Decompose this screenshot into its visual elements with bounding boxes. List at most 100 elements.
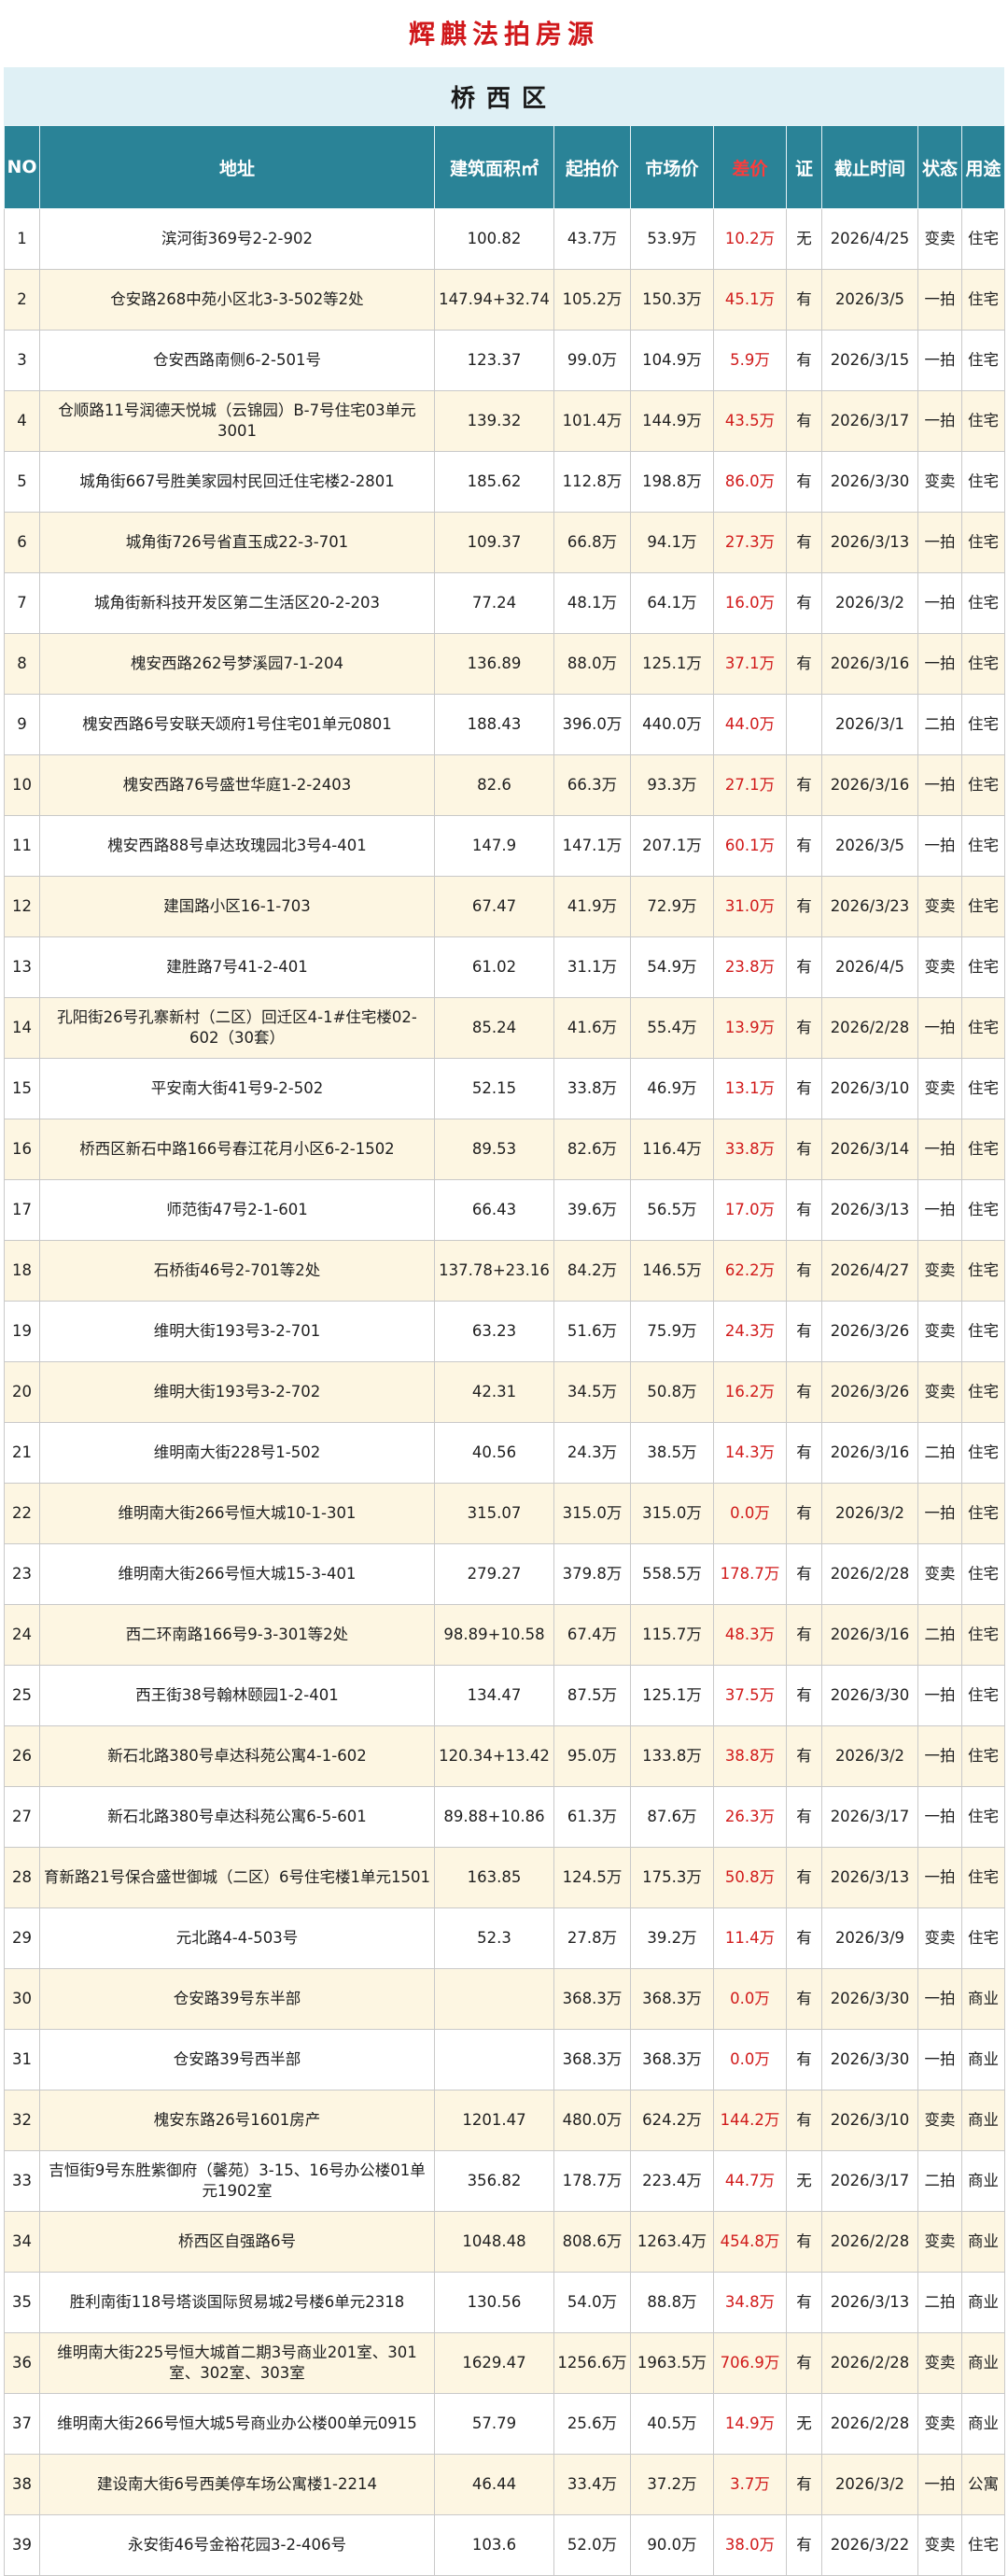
cell-address: 滨河街369号2-2-902: [39, 208, 435, 270]
cell-start-price: 33.8万: [553, 1058, 631, 1119]
cell-address: 槐安西路76号盛世华庭1-2-2403: [39, 754, 435, 816]
table-row: 6 城角街726号省直玉成22-3-701 109.37 66.8万 94.1万 27.3…: [4, 512, 1005, 573]
cell-address: 仓安路268中苑小区北3-3-502等2处: [39, 269, 435, 331]
cell-usage: 住宅: [961, 269, 1005, 331]
cell-area: 61.02: [434, 936, 554, 998]
cell-area: 42.31: [434, 1361, 554, 1423]
cell-certificate: 有: [786, 512, 822, 573]
cell-status: 一拍: [917, 633, 962, 695]
col-header-market-price: 市场价: [630, 125, 714, 209]
cell-price-difference: 23.8万: [713, 936, 787, 998]
cell-usage: 住宅: [961, 1483, 1005, 1544]
cell-market-price: 55.4万: [630, 997, 714, 1059]
cell-deadline: 2026/3/9: [821, 1907, 918, 1969]
cell-deadline: 2026/3/17: [821, 2150, 918, 2212]
cell-certificate: 无: [786, 208, 822, 270]
table-header-row: NO 地址 建筑面积㎡ 起拍价 市场价 差价 证 截止时间 状态 用途: [4, 125, 1005, 209]
table-row: 25 西王街38号翰林颐园1-2-401 134.47 87.5万 125.1万 37.5…: [4, 1665, 1005, 1726]
cell-area: 85.24: [434, 997, 554, 1059]
cell-status: 一拍: [917, 2454, 962, 2515]
cell-deadline: 2026/3/16: [821, 754, 918, 816]
cell-certificate: 有: [786, 1968, 822, 2030]
cell-market-price: 150.3万: [630, 269, 714, 331]
cell-market-price: 146.5万: [630, 1240, 714, 1302]
cell-deadline: 2026/3/30: [821, 451, 918, 513]
cell-certificate: 有: [786, 1786, 822, 1848]
cell-start-price: 48.1万: [553, 572, 631, 634]
cell-usage: 住宅: [961, 1786, 1005, 1848]
cell-market-price: 56.5万: [630, 1179, 714, 1241]
cell-usage: 商业: [961, 2090, 1005, 2151]
cell-address: 仓顺路11号润德天悦城（云锦园）B-7号住宅03单元3001: [39, 390, 435, 452]
cell-no: 8: [4, 633, 40, 695]
cell-no: 4: [4, 390, 40, 452]
cell-market-price: 64.1万: [630, 572, 714, 634]
cell-market-price: 1263.4万: [630, 2211, 714, 2273]
cell-usage: 住宅: [961, 1665, 1005, 1726]
cell-area: 356.82: [434, 2150, 554, 2212]
cell-market-price: 315.0万: [630, 1483, 714, 1544]
cell-start-price: 67.4万: [553, 1604, 631, 1666]
cell-usage: 住宅: [961, 754, 1005, 816]
cell-start-price: 178.7万: [553, 2150, 631, 2212]
cell-status: 一拍: [917, 997, 962, 1059]
cell-start-price: 88.0万: [553, 633, 631, 695]
cell-address: 石桥街46号2-701等2处: [39, 1240, 435, 1302]
cell-area: 1201.47: [434, 2090, 554, 2151]
cell-address: 平安南大街41号9-2-502: [39, 1058, 435, 1119]
col-header-usage: 用途: [961, 125, 1005, 209]
cell-market-price: 223.4万: [630, 2150, 714, 2212]
cell-deadline: 2026/3/5: [821, 269, 918, 331]
cell-certificate: 有: [786, 1240, 822, 1302]
cell-usage: 住宅: [961, 1543, 1005, 1605]
table-row: 5 城角街667号胜美家园村民回迁住宅楼2-2801 185.62 112.8万 198…: [4, 451, 1005, 513]
cell-status: 二拍: [917, 1604, 962, 1666]
table-row: 16 桥西区新石中路166号春江花月小区6-2-1502 89.53 82.6万 116…: [4, 1119, 1005, 1180]
cell-area: 66.43: [434, 1179, 554, 1241]
cell-address: 城角街726号省直玉成22-3-701: [39, 512, 435, 573]
cell-deadline: 2026/3/10: [821, 1058, 918, 1119]
cell-address: 吉恒街9号东胜紫御府（馨苑）3-15、16号办公楼01单元1902室: [39, 2150, 435, 2212]
cell-certificate: 有: [786, 2272, 822, 2333]
cell-area: 123.37: [434, 330, 554, 391]
cell-address: 槐安西路262号梦溪园7-1-204: [39, 633, 435, 695]
cell-address: 师范街47号2-1-601: [39, 1179, 435, 1241]
cell-status: 一拍: [917, 269, 962, 331]
cell-no: 17: [4, 1179, 40, 1241]
cell-certificate: 有: [786, 451, 822, 513]
cell-address: 建国路小区16-1-703: [39, 876, 435, 937]
cell-no: 19: [4, 1301, 40, 1362]
cell-market-price: 46.9万: [630, 1058, 714, 1119]
cell-status: 一拍: [917, 815, 962, 877]
cell-area: 147.9: [434, 815, 554, 877]
cell-deadline: 2026/3/30: [821, 2029, 918, 2090]
cell-price-difference: 178.7万: [713, 1543, 787, 1605]
cell-market-price: 115.7万: [630, 1604, 714, 1666]
table-row: 26 新石北路380号卓达科苑公寓4-1-602 120.34+13.42 95.0万…: [4, 1725, 1005, 1787]
cell-usage: 住宅: [961, 997, 1005, 1059]
cell-status: 一拍: [917, 1847, 962, 1908]
cell-usage: 商业: [961, 2332, 1005, 2394]
cell-certificate: 有: [786, 1847, 822, 1908]
cell-start-price: 31.1万: [553, 936, 631, 998]
cell-usage: 商业: [961, 2211, 1005, 2273]
table-row: 7 城角街新科技开发区第二生活区20-2-203 77.24 48.1万 64.1万 16…: [4, 572, 1005, 634]
table-row: 21 维明南大街228号1-502 40.56 24.3万 38.5万 14.3万有 202…: [4, 1422, 1005, 1484]
cell-no: 15: [4, 1058, 40, 1119]
cell-price-difference: 3.7万: [713, 2454, 787, 2515]
cell-area: 130.56: [434, 2272, 554, 2333]
cell-certificate: 有: [786, 269, 822, 331]
cell-market-price: 198.8万: [630, 451, 714, 513]
cell-status: 变卖: [917, 936, 962, 998]
cell-deadline: 2026/3/17: [821, 390, 918, 452]
cell-start-price: 480.0万: [553, 2090, 631, 2151]
cell-certificate: 有: [786, 1119, 822, 1180]
table-row: 11 槐安西路88号卓达玫瑰园北3号4-401 147.9 147.1万 207.1万 6…: [4, 815, 1005, 877]
cell-certificate: 有: [786, 936, 822, 998]
cell-usage: 商业: [961, 2272, 1005, 2333]
cell-certificate: 有: [786, 2332, 822, 2394]
cell-no: 6: [4, 512, 40, 573]
cell-status: 一拍: [917, 572, 962, 634]
cell-market-price: 40.5万: [630, 2393, 714, 2455]
cell-price-difference: 38.8万: [713, 1725, 787, 1787]
